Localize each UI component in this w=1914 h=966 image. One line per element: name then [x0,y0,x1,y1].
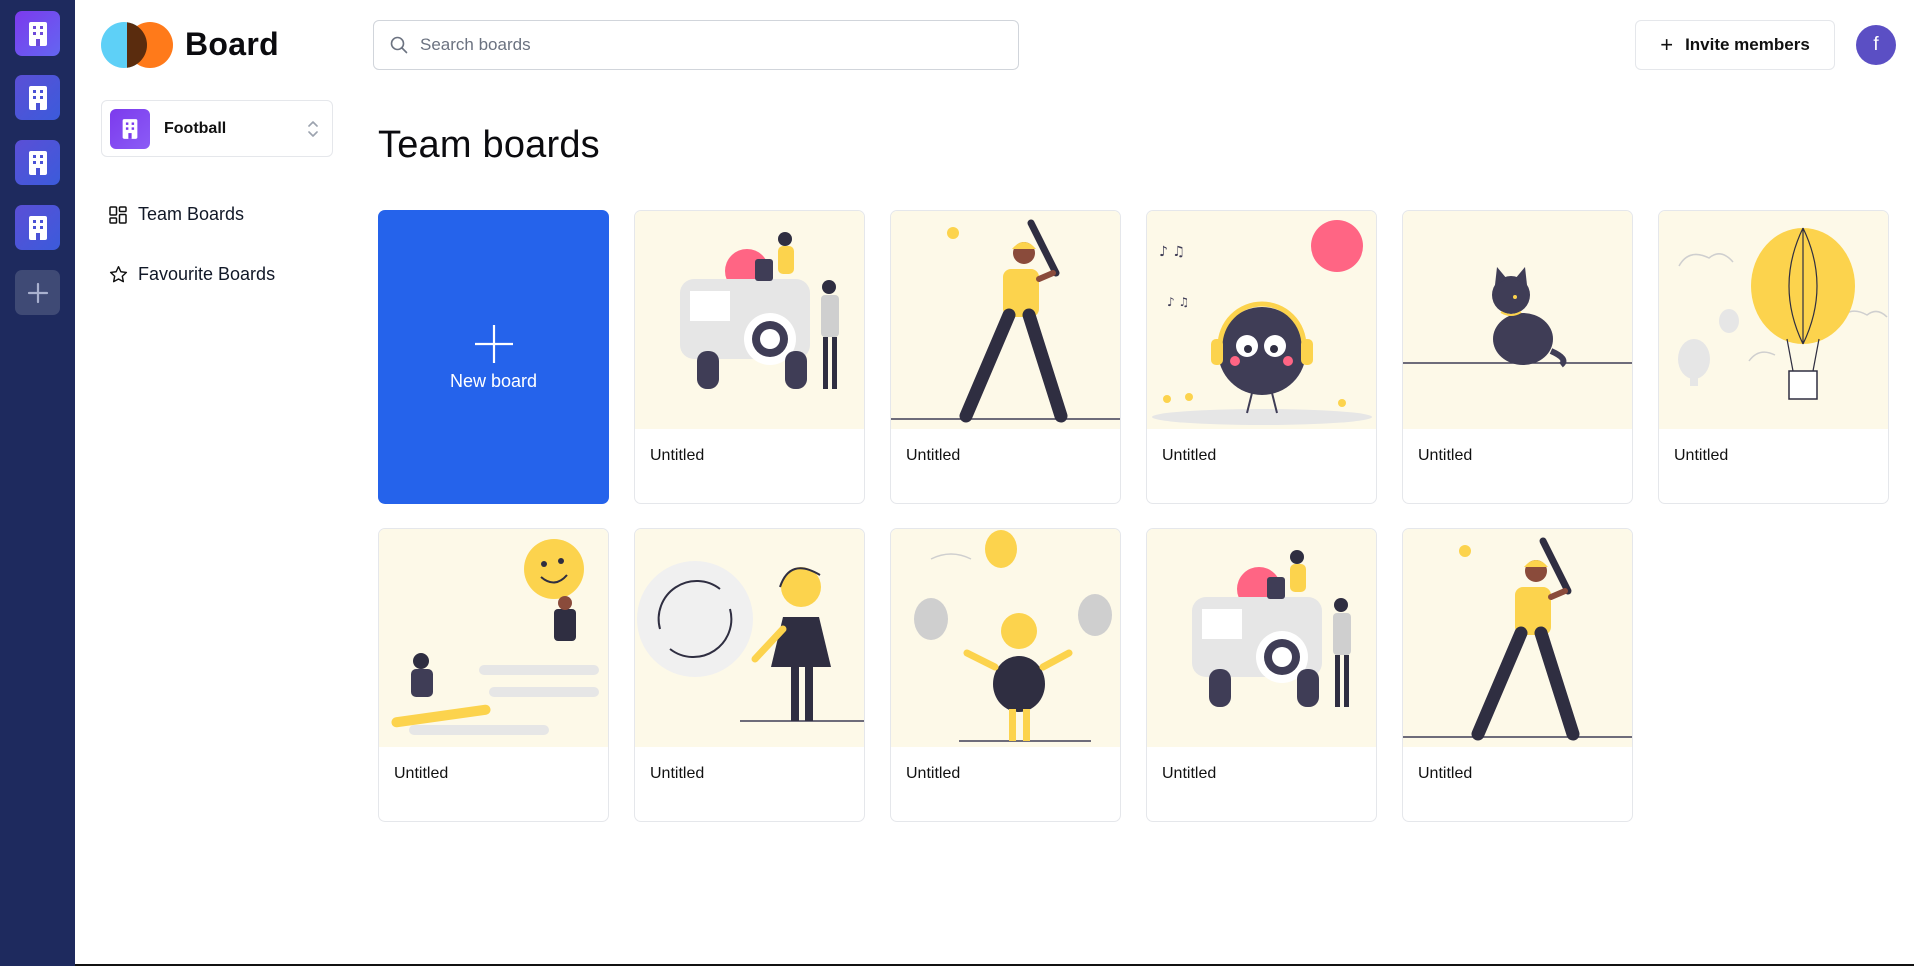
org-switcher[interactable]: Football [101,100,333,157]
add-org-button[interactable] [15,270,60,315]
board-illustration-jeep [1147,529,1376,747]
search-box[interactable] [373,20,1019,70]
sidebar-item-label: Favourite Boards [138,264,276,284]
building-icon [28,150,47,175]
grid-icon [108,205,128,225]
search-input[interactable] [420,35,980,55]
org-switch-button-3[interactable] [15,140,60,185]
board-illustration-cat [1403,211,1632,429]
board-title: Untitled [1674,447,1729,464]
building-icon [28,21,47,46]
invite-members-label: Invite members [1685,35,1810,54]
board-title: Untitled [1162,447,1217,464]
board-card[interactable]: Untitled [890,528,1121,822]
board-card[interactable]: ♪ ♫ ♪ ♫ Untitled [1146,210,1377,504]
board-illustration-hot-air-balloon [1659,211,1888,429]
app-logo[interactable]: Board [101,20,279,68]
board-card[interactable]: Untitled [1402,210,1633,504]
star-icon [108,265,128,285]
org-name: Football [164,119,227,137]
sidebar-item-label: Team Boards [138,204,245,224]
board-title: Untitled [394,765,449,782]
board-title: Untitled [650,447,705,464]
org-avatar [110,108,150,149]
svg-text:♪ ♫: ♪ ♫ [1159,244,1185,260]
board-card[interactable]: Untitled [378,528,609,822]
logo-mark [101,20,173,68]
board-card[interactable]: Untitled [1402,528,1633,822]
search-icon [390,36,408,54]
board-illustration-batter [891,211,1120,429]
board-card[interactable]: Untitled [634,528,865,822]
new-board-label: New board [449,370,538,391]
org-rail [0,0,75,966]
invite-members-button[interactable]: + Invite members [1635,20,1835,70]
user-avatar[interactable]: f [1856,25,1896,65]
board-title: Untitled [906,447,961,464]
app-name: Board [185,25,279,62]
board-illustration-balloons-kid [891,529,1120,747]
board-title: Untitled [1418,765,1473,782]
sidebar-item-team-boards[interactable]: Team Boards [108,204,244,225]
board-title: Untitled [906,765,961,782]
board-illustration-jeep [635,211,864,429]
page-title: Team boards [378,124,600,166]
plus-icon [474,324,513,363]
plus-icon: + [1660,32,1674,57]
building-icon [122,118,138,139]
plus-icon [27,282,48,303]
org-switch-button-1[interactable] [15,11,60,56]
board-title: Untitled [1418,447,1473,464]
board-title: Untitled [1162,765,1217,782]
org-switch-button-2[interactable] [15,75,60,120]
board-card[interactable]: Untitled [1658,210,1889,504]
board-illustration-emoji-balloon [379,529,608,747]
board-card[interactable]: Untitled [890,210,1121,504]
sidebar: Board Football Team Boards Favourite Boa… [75,0,355,966]
board-illustration-batter [1403,529,1632,747]
board-illustration-music-bird: ♪ ♫ ♪ ♫ [1147,211,1376,429]
building-icon [28,85,47,110]
sidebar-item-favourite-boards[interactable]: Favourite Boards [108,264,275,285]
building-icon [28,215,47,240]
board-card[interactable]: Untitled [1146,528,1377,822]
org-switch-button-4[interactable] [15,205,60,250]
chevron-up-down-icon [308,121,318,137]
board-title: Untitled [650,765,705,782]
board-illustration-refresh [635,529,864,747]
board-card[interactable]: Untitled [634,210,865,504]
new-board-button[interactable]: New board [378,210,609,504]
svg-text:♪ ♫: ♪ ♫ [1167,295,1189,309]
